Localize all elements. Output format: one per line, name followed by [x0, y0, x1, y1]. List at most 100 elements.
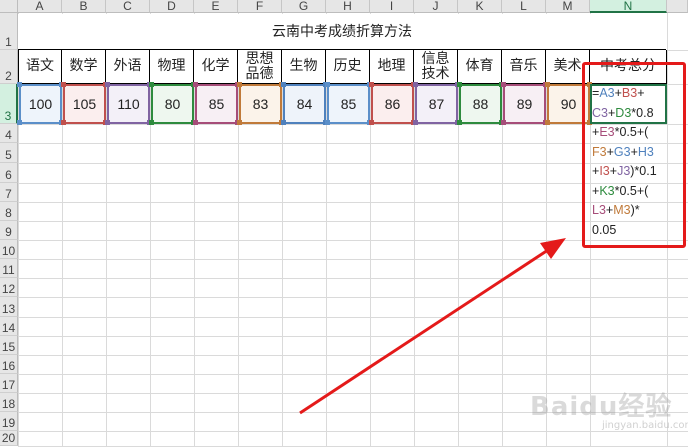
row-header-18[interactable]: 18 [0, 393, 18, 412]
column-header-i[interactable]: I [370, 0, 414, 13]
header-cell-i[interactable]: 地理 [370, 50, 414, 84]
column-header-j[interactable]: J [414, 0, 458, 13]
header-cell-d[interactable]: 物理 [150, 50, 194, 84]
row-header-20[interactable]: 20 [0, 431, 18, 446]
range-handle[interactable] [281, 82, 286, 87]
row-header-13[interactable]: 13 [0, 297, 18, 317]
range-handle[interactable] [17, 120, 22, 125]
header-cell-k[interactable]: 体育 [458, 50, 502, 84]
header-cell-a[interactable]: 语文 [18, 50, 62, 84]
row-gridline [18, 336, 688, 337]
score-cell-e[interactable]: 85 [195, 84, 238, 124]
header-cell-f[interactable]: 思想 品德 [238, 50, 282, 84]
range-handle[interactable] [369, 120, 374, 125]
header-cell-e[interactable]: 化学 [194, 50, 238, 84]
score-cell-d[interactable]: 80 [151, 84, 194, 124]
row-gridline [18, 431, 688, 432]
column-header-e[interactable]: E [194, 0, 238, 13]
range-handle[interactable] [369, 82, 374, 87]
column-header-blank [667, 0, 688, 13]
score-cell-k[interactable]: 88 [459, 84, 502, 124]
score-cell-l[interactable]: 89 [503, 84, 546, 124]
highlight-box [582, 62, 686, 248]
range-handle[interactable] [413, 120, 418, 125]
row-header-9[interactable]: 9 [0, 221, 18, 240]
range-handle[interactable] [237, 120, 242, 125]
row-header-6[interactable]: 6 [0, 163, 18, 183]
column-header-l[interactable]: L [502, 0, 546, 13]
column-header-k[interactable]: K [458, 0, 502, 13]
watermark-url: jingyan.baidu.com [602, 420, 688, 431]
row-header-11[interactable]: 11 [0, 259, 18, 278]
score-cell-a[interactable]: 100 [19, 84, 62, 124]
row-gridline [18, 278, 688, 279]
row-header-19[interactable]: 19 [0, 412, 18, 431]
column-header-c[interactable]: C [106, 0, 150, 13]
range-handle[interactable] [281, 120, 286, 125]
arrow-head [540, 238, 566, 259]
score-cell-c[interactable]: 110 [107, 84, 150, 124]
score-cell-b[interactable]: 105 [63, 84, 106, 124]
column-header-n[interactable]: N [590, 0, 667, 13]
row-header-7[interactable]: 7 [0, 183, 18, 202]
row-header-10[interactable]: 10 [0, 240, 18, 259]
select-all-corner[interactable] [0, 0, 18, 13]
range-handle[interactable] [105, 82, 110, 87]
range-handle[interactable] [545, 120, 550, 125]
column-header-g[interactable]: G [282, 0, 326, 13]
range-handle[interactable] [413, 82, 418, 87]
watermark-logo: Baidu经验 [530, 392, 673, 422]
range-handle[interactable] [193, 82, 198, 87]
range-handle[interactable] [237, 82, 242, 87]
header-cell-c[interactable]: 外语 [106, 50, 150, 84]
column-header-m[interactable]: M [546, 0, 590, 13]
range-handle[interactable] [61, 120, 66, 125]
score-cell-f[interactable]: 83 [239, 84, 282, 124]
row-header-3[interactable]: 3 [0, 84, 18, 124]
range-handle[interactable] [149, 120, 154, 125]
row-header-14[interactable]: 14 [0, 317, 18, 336]
column-header-d[interactable]: D [150, 0, 194, 13]
range-handle[interactable] [61, 82, 66, 87]
row-gridline [18, 355, 688, 356]
row-header-16[interactable]: 16 [0, 355, 18, 374]
column-header-a[interactable]: A [18, 0, 62, 13]
range-handle[interactable] [457, 120, 462, 125]
header-cell-g[interactable]: 生物 [282, 50, 326, 84]
spreadsheet: ABCDEFGHIJKLMN 1 2 3 4 5 6 7 8 9 10 11 12 13 14 15 16 17… [0, 0, 688, 447]
range-handle[interactable] [105, 120, 110, 125]
arrow-shaft [299, 248, 549, 415]
range-handle[interactable] [457, 82, 462, 87]
row-header-5[interactable]: 5 [0, 143, 18, 163]
row-gridline [18, 317, 688, 318]
title-cell[interactable]: 云南中考成绩折算方法 [18, 14, 666, 50]
row-header-17[interactable]: 17 [0, 374, 18, 393]
range-handle[interactable] [17, 82, 22, 87]
row-header-4[interactable]: 4 [0, 124, 18, 143]
row-header-8[interactable]: 8 [0, 202, 18, 221]
score-cell-i[interactable]: 86 [371, 84, 414, 124]
range-handle[interactable] [325, 120, 330, 125]
header-cell-j[interactable]: 信息 技术 [414, 50, 458, 84]
row-header-2[interactable]: 2 [0, 50, 18, 84]
row-header-15[interactable]: 15 [0, 336, 18, 355]
row-gridline [18, 259, 688, 260]
column-header-h[interactable]: H [326, 0, 370, 13]
header-cell-h[interactable]: 历史 [326, 50, 370, 84]
row-gridline [18, 297, 688, 298]
header-cell-l[interactable]: 音乐 [502, 50, 546, 84]
range-handle[interactable] [501, 82, 506, 87]
score-cell-j[interactable]: 87 [415, 84, 458, 124]
score-cell-g[interactable]: 84 [283, 84, 326, 124]
row-header-12[interactable]: 12 [0, 278, 18, 297]
range-handle[interactable] [193, 120, 198, 125]
column-header-f[interactable]: F [238, 0, 282, 13]
range-handle[interactable] [501, 120, 506, 125]
score-cell-h[interactable]: 85 [327, 84, 370, 124]
range-handle[interactable] [325, 82, 330, 87]
column-header-b[interactable]: B [62, 0, 106, 13]
header-cell-b[interactable]: 数学 [62, 50, 106, 84]
range-handle[interactable] [149, 82, 154, 87]
range-handle[interactable] [545, 82, 550, 87]
row-header-1[interactable]: 1 [0, 13, 18, 50]
